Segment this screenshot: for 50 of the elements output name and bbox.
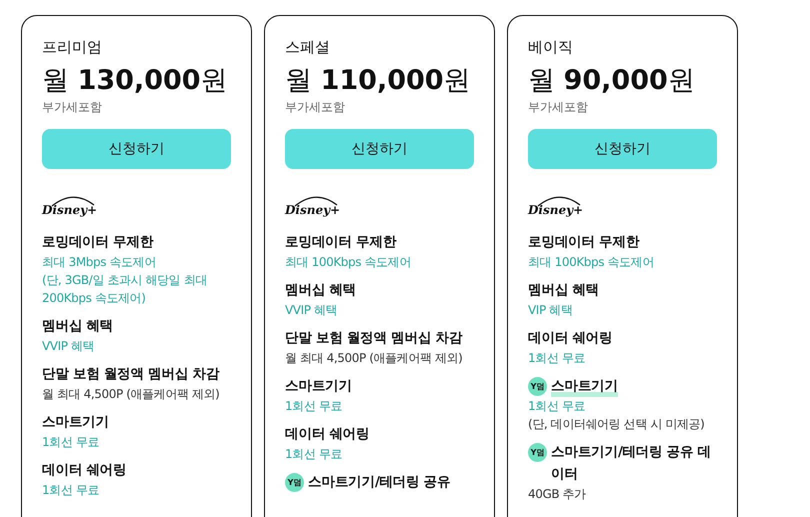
feature-title: 스마트기기/테더링 공유 — [308, 473, 450, 492]
tax-note: 부가세포함 — [285, 99, 346, 115]
feature-note: 월 최대 4,500P (애플케어팩 제외) — [285, 350, 464, 367]
feature-title: 단말 보험 월정액 멤버십 차감 — [285, 329, 462, 348]
bonus-badge: Y덤 — [285, 473, 304, 492]
feature-detail: 1회선 무료 — [285, 446, 344, 463]
feature-detail: 최대 100Kbps 속도제어 — [285, 254, 412, 271]
feature-detail: 최대 3Mbps 속도제어 — [42, 254, 157, 271]
feature-detail: 1회선 무료 — [42, 434, 100, 451]
feature-title: 멤버십 혜택 — [285, 281, 356, 300]
plan-name: 스페셜 — [285, 37, 331, 57]
plan-name: 프리미엄 — [42, 37, 103, 57]
streaming-logo: Disney+ — [285, 193, 347, 223]
feature-title: 멤버십 혜택 — [42, 317, 114, 336]
feature-detail: 1회선 무료 — [42, 482, 100, 499]
apply-button[interactable]: 신청하기 — [42, 129, 231, 169]
feature-detail: 1회선 무료 — [528, 350, 586, 367]
plan-price: 월 130,000원 — [42, 64, 229, 98]
feature-note: 월 최대 4,500P (애플케어팩 제외) — [42, 386, 220, 403]
feature-note: 40GB 추가 — [528, 486, 587, 503]
feature-title: 로밍데이터 무제한 — [528, 233, 640, 252]
feature-detail: 1회선 무료 — [528, 398, 586, 415]
feature-title: 데이터 쉐어링 — [285, 425, 370, 444]
feature-title: 멤버십 혜택 — [528, 281, 600, 300]
tax-note: 부가세포함 — [42, 99, 103, 115]
feature-detail: 최대 100Kbps 속도제어 — [528, 254, 655, 271]
feature-title: 로밍데이터 무제한 — [285, 233, 396, 252]
bonus-badge: Y덤 — [528, 443, 547, 462]
plan-price: 월 90,000원 — [528, 64, 696, 98]
streaming-logo: Disney+ — [42, 193, 104, 223]
tax-note: 부가세포함 — [528, 99, 589, 115]
feature-detail: (단, 3GB/일 초과시 해당일 최대 200Kbps 속도제어) — [42, 272, 208, 307]
feature-note: (단, 데이터쉐어링 선택 시 미제공) — [528, 416, 706, 433]
feature-title: 데이터 쉐어링 — [42, 461, 127, 480]
feature-detail: 1회선 무료 — [285, 398, 344, 415]
bonus-badge: Y덤 — [528, 377, 547, 396]
feature-title: 스마트기기/테더링 공유 데이터 — [551, 443, 712, 484]
apply-button[interactable]: 신청하기 — [528, 129, 717, 169]
plan-name: 베이직 — [528, 37, 574, 57]
feature-title: 스마트기기 — [42, 413, 110, 432]
feature-detail: VVIP 혜택 — [42, 338, 96, 355]
feature-title: 단말 보험 월정액 멤버십 차감 — [42, 365, 220, 384]
plan-price: 월 110,000원 — [285, 64, 472, 98]
feature-title: 스마트기기 — [285, 377, 352, 396]
streaming-logo: Disney+ — [528, 193, 590, 223]
feature-detail: VVIP 혜택 — [285, 302, 338, 319]
apply-button[interactable]: 신청하기 — [285, 129, 474, 169]
feature-title: 로밍데이터 무제한 — [42, 233, 154, 252]
feature-detail: VIP 혜택 — [528, 302, 574, 319]
feature-title: 데이터 쉐어링 — [528, 329, 613, 348]
